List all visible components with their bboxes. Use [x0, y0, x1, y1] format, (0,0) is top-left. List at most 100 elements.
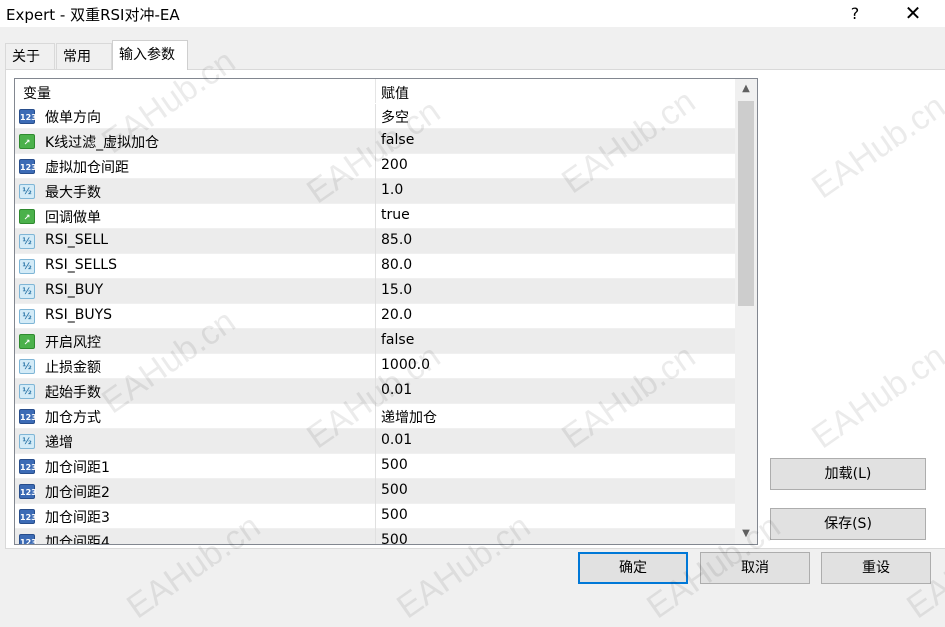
parameter-name: RSI_BUY	[45, 282, 104, 298]
parameter-value[interactable]: 500	[381, 457, 408, 473]
integer-type-icon: 123	[19, 409, 37, 424]
parameter-name: 止损金额	[45, 360, 101, 376]
parameter-name: 做单方向	[45, 110, 101, 126]
double-type-icon: ½	[19, 234, 35, 249]
tab-common[interactable]: 常用	[56, 43, 112, 69]
table-row[interactable]: 123 加仓间距1 500	[15, 454, 735, 479]
table-row[interactable]: ½ 递增 0.01	[15, 429, 735, 454]
cell-divider	[375, 429, 376, 454]
parameter-value[interactable]: 多空	[381, 107, 409, 127]
save-button[interactable]: 保存(S)	[770, 508, 926, 540]
integer-type-icon: 123	[19, 484, 37, 499]
parameters-table: 变量 赋值 123 做单方向 多空 ↗ K线过滤_虚拟加仓 false 123 虚拟加仓间距 2…	[14, 78, 758, 545]
vertical-scrollbar[interactable]: ▲ ▼	[735, 79, 757, 544]
cell-divider	[375, 379, 376, 404]
parameter-value[interactable]: 1000.0	[381, 357, 430, 373]
parameter-value[interactable]: 20.0	[381, 307, 412, 323]
table-row[interactable]: ½ 止损金额 1000.0	[15, 354, 735, 379]
column-divider[interactable]	[375, 79, 376, 103]
integer-type-icon: 123	[19, 109, 37, 124]
table-row[interactable]: 123 加仓方式 递增加仓	[15, 404, 735, 429]
tab-about[interactable]: 关于	[5, 43, 55, 69]
table-row[interactable]: ½ 起始手数 0.01	[15, 379, 735, 404]
parameter-value[interactable]: 85.0	[381, 232, 412, 248]
table-row[interactable]: ↗ K线过滤_虚拟加仓 false	[15, 129, 735, 154]
scrollbar-thumb[interactable]	[738, 101, 754, 306]
cell-divider	[375, 479, 376, 504]
scroll-up-icon[interactable]: ▲	[735, 79, 757, 99]
cell-divider	[375, 454, 376, 479]
integer-type-icon: 123	[19, 509, 37, 524]
integer-type-icon: 123	[19, 534, 37, 544]
table-row[interactable]: 123 做单方向 多空	[15, 104, 735, 129]
parameter-value[interactable]: 0.01	[381, 382, 412, 398]
help-button[interactable]: ?	[840, 0, 870, 27]
cell-divider	[375, 304, 376, 329]
double-type-icon: ½	[19, 309, 35, 324]
parameter-name: 递增	[45, 435, 73, 451]
parameter-name: RSI_SELLS	[45, 257, 117, 273]
cell-divider	[375, 129, 376, 154]
table-row[interactable]: ½ RSI_BUYS 20.0	[15, 304, 735, 329]
cell-divider	[375, 529, 376, 544]
parameter-value[interactable]: 500	[381, 482, 408, 498]
table-row[interactable]: 123 加仓间距2 500	[15, 479, 735, 504]
parameter-value[interactable]: 500	[381, 532, 408, 544]
load-button[interactable]: 加载(L)	[770, 458, 926, 490]
ok-button[interactable]: 确定	[578, 552, 688, 584]
boolean-type-icon: ↗	[19, 334, 35, 349]
table-row[interactable]: ½ 最大手数 1.0	[15, 179, 735, 204]
double-type-icon: ½	[19, 384, 35, 399]
parameter-value[interactable]: 200	[381, 157, 408, 173]
cell-divider	[375, 154, 376, 179]
double-type-icon: ½	[19, 259, 35, 274]
boolean-type-icon: ↗	[19, 209, 35, 224]
parameter-value[interactable]: 递增加仓	[381, 407, 437, 427]
title-bar: Expert - 双重RSI对冲-EA ? ✕	[0, 0, 945, 27]
parameter-name: RSI_SELL	[45, 232, 109, 248]
table-row[interactable]: 123 加仓间距3 500	[15, 504, 735, 529]
parameter-name: RSI_BUYS	[45, 307, 113, 323]
parameter-name: 虚拟加仓间距	[45, 160, 129, 176]
table-row[interactable]: 123 虚拟加仓间距 200	[15, 154, 735, 179]
reset-button[interactable]: 重设	[821, 552, 931, 584]
parameter-name: 加仓间距2	[45, 485, 110, 501]
cell-divider	[375, 404, 376, 429]
integer-type-icon: 123	[19, 159, 37, 174]
table-row[interactable]: ↗ 开启风控 false	[15, 329, 735, 354]
parameter-name: 开启风控	[45, 335, 101, 351]
parameter-name: 加仓间距4	[45, 535, 110, 545]
close-button[interactable]: ✕	[898, 0, 928, 27]
parameter-value[interactable]: 500	[381, 507, 408, 523]
parameter-value[interactable]: 0.01	[381, 432, 412, 448]
table-row[interactable]: ½ RSI_SELL 85.0	[15, 229, 735, 254]
cell-divider	[375, 104, 376, 129]
cancel-button[interactable]: 取消	[700, 552, 810, 584]
column-header-value[interactable]: 赋值	[381, 83, 409, 103]
parameter-value[interactable]: false	[381, 132, 414, 148]
parameter-name: 回调做单	[45, 210, 101, 226]
double-type-icon: ½	[19, 184, 35, 199]
parameter-value[interactable]: 1.0	[381, 182, 403, 198]
table-row[interactable]: ½ RSI_BUY 15.0	[15, 279, 735, 304]
parameter-value[interactable]: 15.0	[381, 282, 412, 298]
parameter-value[interactable]: true	[381, 207, 410, 223]
column-header-variable[interactable]: 变量	[23, 83, 51, 103]
double-type-icon: ½	[19, 359, 35, 374]
window-title: Expert - 双重RSI对冲-EA	[6, 6, 180, 24]
scroll-down-icon[interactable]: ▼	[735, 524, 757, 544]
parameter-value[interactable]: 80.0	[381, 257, 412, 273]
cell-divider	[375, 504, 376, 529]
boolean-type-icon: ↗	[19, 134, 35, 149]
table-row[interactable]: 123 加仓间距4 500	[15, 529, 735, 545]
table-row[interactable]: ↗ 回调做单 true	[15, 204, 735, 229]
cell-divider	[375, 179, 376, 204]
parameter-name: 起始手数	[45, 385, 101, 401]
table-row[interactable]: ½ RSI_SELLS 80.0	[15, 254, 735, 279]
table-body: 123 做单方向 多空 ↗ K线过滤_虚拟加仓 false 123 虚拟加仓间距 200 ½ 最大手…	[15, 104, 735, 545]
parameter-name: 加仓间距3	[45, 510, 110, 526]
parameter-name: 加仓间距1	[45, 460, 110, 476]
cell-divider	[375, 354, 376, 379]
parameter-value[interactable]: false	[381, 332, 414, 348]
tab-inputs[interactable]: 输入参数	[112, 40, 188, 70]
